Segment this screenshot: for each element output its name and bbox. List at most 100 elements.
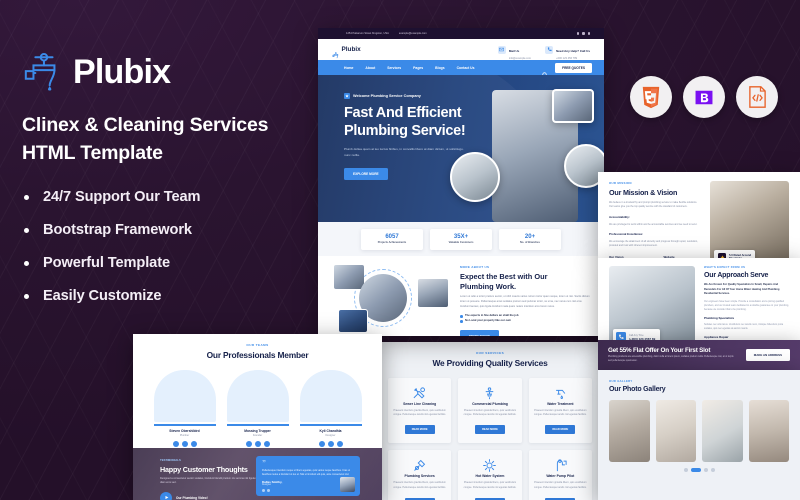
gallery-image[interactable]: [609, 400, 650, 462]
hero-page-mockup[interactable]: 1254 Pattarson Street Kingston, USA exam…: [318, 28, 604, 336]
nav-item-blogs[interactable]: Blogs: [435, 66, 444, 70]
stat-label: Valuable Customers: [448, 241, 474, 245]
testimonial-card: ” Pellentesque interdum neque ut libero …: [256, 456, 360, 496]
list-item: Powerful Template: [22, 255, 312, 271]
service-card[interactable]: Water Treatment Praesent interdum gravid…: [528, 378, 592, 444]
team-social-links[interactable]: [300, 441, 362, 448]
pagination-dot[interactable]: [703, 468, 708, 472]
explore-more-button[interactable]: EXPLORE MORE: [344, 168, 388, 181]
read-more-button[interactable]: READ MORE: [475, 425, 505, 435]
twitter-icon[interactable]: [582, 32, 585, 35]
approach-page-mockup[interactable]: Call Any Time (+000) 123 4567 89 WHAT'S E…: [598, 258, 800, 340]
instagram-icon[interactable]: [587, 32, 590, 35]
service-title: Commercial Plumbing: [472, 402, 508, 406]
mock-logo[interactable]: Plubix: [332, 46, 361, 59]
service-card[interactable]: Sewer Line Cleaning Praesent interdum gr…: [388, 378, 452, 444]
service-card[interactable]: Plumbing Services Praesent interdum grav…: [388, 450, 452, 500]
feature-label: Powerful Template: [43, 255, 170, 272]
testimonial-card-text: Pellentesque interdum neque ut libero eg…: [262, 469, 350, 477]
testimonial-section: TESTIMONIALS Happy Customer Thoughts Des…: [133, 448, 382, 500]
gallery-image[interactable]: [748, 400, 789, 462]
about-text: MORE ABOUT US Expect the Best with Our P…: [460, 265, 590, 336]
team-member-photo: [299, 370, 362, 422]
about-photo-small-2: [338, 309, 368, 333]
make-an-address-button[interactable]: MAKE AN ADDRESS: [745, 349, 790, 361]
facebook-icon[interactable]: [318, 441, 325, 448]
team-eyebrow: OUR TEAMS: [246, 343, 269, 347]
team-member-card[interactable]: Steven Obershibird Plumber: [153, 370, 216, 448]
mock-navbar[interactable]: Home About Services Pages Blogs Contact …: [318, 60, 604, 78]
gallery-section: OUR GALLERY Our Photo Gallery: [598, 370, 800, 481]
css-code-badge: [736, 76, 778, 118]
linkedin-icon[interactable]: [190, 441, 197, 448]
twitter-icon[interactable]: [254, 441, 261, 448]
twitter-icon[interactable]: [327, 441, 334, 448]
team-member-photo: [226, 370, 289, 422]
pagination-dot[interactable]: [710, 468, 715, 472]
team-member-role: Designer: [325, 434, 336, 438]
nav-item-contact-us[interactable]: Contact Us: [457, 66, 475, 70]
twitter-icon[interactable]: [181, 441, 188, 448]
service-card[interactable]: Hot Water System Praesent interdum gravi…: [458, 450, 522, 500]
linkedin-icon[interactable]: [336, 441, 343, 448]
gallery-image[interactable]: [702, 400, 743, 462]
team-member-card[interactable]: Mossing Trupper Founder: [226, 370, 289, 448]
carousel-dot[interactable]: [267, 489, 270, 492]
accent-bar: [153, 424, 216, 426]
linkedin-icon[interactable]: [263, 441, 270, 448]
facebook-icon[interactable]: [245, 441, 252, 448]
mock-topbar: 1254 Pattarson Street Kingston, USA exam…: [318, 28, 604, 39]
play-icon[interactable]: [160, 491, 172, 500]
nav-item-pages[interactable]: Pages: [413, 66, 423, 70]
services-page-mockup[interactable]: OUR SERVICES We Providing Quality Servic…: [374, 342, 606, 500]
read-more-button[interactable]: READ MORE: [545, 425, 576, 435]
mail-us-info: Mail Us info@example.com: [497, 39, 531, 60]
mock-header-info: Mail Us info@example.com Need Any Help? C…: [497, 39, 590, 61]
gallery-image[interactable]: [655, 400, 696, 462]
team-social-links[interactable]: [227, 441, 289, 448]
accountability-heading: Accountability:: [609, 214, 630, 219]
list-item: Easily Customize: [22, 288, 312, 304]
call-us-value: +000 123 456 789: [556, 57, 578, 61]
team-member-card[interactable]: Kyli Chandhla Designer: [299, 370, 362, 448]
gallery-pagination[interactable]: [609, 468, 789, 472]
stat-label: Projects Achievements: [377, 241, 407, 245]
stat-number: 20+: [524, 233, 536, 240]
offer-banner-mockup[interactable]: Get 55% Flat Offer On Your First Slot Pl…: [598, 340, 800, 370]
excellence-text: We encourage the attainment of all since…: [609, 239, 698, 248]
service-card[interactable]: Commercial Plumbing Praesent interdum gr…: [458, 378, 522, 444]
team-social-links[interactable]: [154, 441, 216, 448]
stats-strip: 6057 Projects Achievements 35X+ Valuable…: [318, 222, 604, 256]
approach-section: Call Any Time (+000) 123 4567 89 WHAT'S E…: [598, 258, 800, 340]
call-badge[interactable]: Call Any Time (+000) 123 4567 89: [613, 329, 661, 340]
gallery-page-mockup[interactable]: OUR GALLERY Our Photo Gallery: [598, 370, 800, 500]
stat-card: 6057 Projects Achievements: [361, 228, 423, 250]
brand-logo: Plubix: [22, 52, 312, 92]
list-item: 24/7 Support Our Team: [22, 189, 312, 205]
nav-item-home[interactable]: Home: [344, 66, 353, 70]
carousel-dot[interactable]: [262, 489, 265, 492]
service-description: Praesent interdum gravida libero, quis v…: [463, 409, 517, 417]
about-paragraph: Lorem ut odio a tortor pretium auctor, u…: [460, 295, 590, 308]
search-icon[interactable]: [542, 65, 548, 78]
mission-page-mockup[interactable]: OUR MISSION Our Mission & Vision We beli…: [598, 172, 800, 258]
pagination-dot[interactable]: [683, 468, 688, 472]
team-member-role: Plumber: [179, 434, 190, 438]
read-more-button[interactable]: READ MORE: [404, 425, 435, 435]
free-quotes-button[interactable]: FREE QUOTES: [555, 62, 592, 73]
nav-item-services[interactable]: Services: [387, 66, 401, 70]
service-card[interactable]: Water Pump Pilot Praesent interdum gravi…: [528, 450, 592, 500]
facebook-icon[interactable]: [576, 32, 579, 35]
about-eyebrow: MORE ABOUT US: [460, 265, 490, 269]
call-us-label: Need Any Help? Call Us: [556, 48, 590, 53]
know-about-button[interactable]: KNOW ABOUT: [460, 329, 499, 336]
video-play-row[interactable]: Our Plumbing Video!: [160, 491, 260, 500]
carousel-dots[interactable]: [262, 489, 270, 492]
promo-banner: Plubix Clinex & Cleaning Services HTML T…: [0, 0, 800, 500]
list-item: Bootstrap Framework: [22, 222, 312, 238]
pagination-dot-active[interactable]: [690, 468, 701, 472]
nav-item-about[interactable]: About: [365, 66, 375, 70]
team-page-mockup[interactable]: OUR TEAMS Our Professionals Member Steve…: [133, 334, 382, 500]
facebook-icon[interactable]: [172, 441, 179, 448]
social-icons[interactable]: [576, 32, 590, 35]
